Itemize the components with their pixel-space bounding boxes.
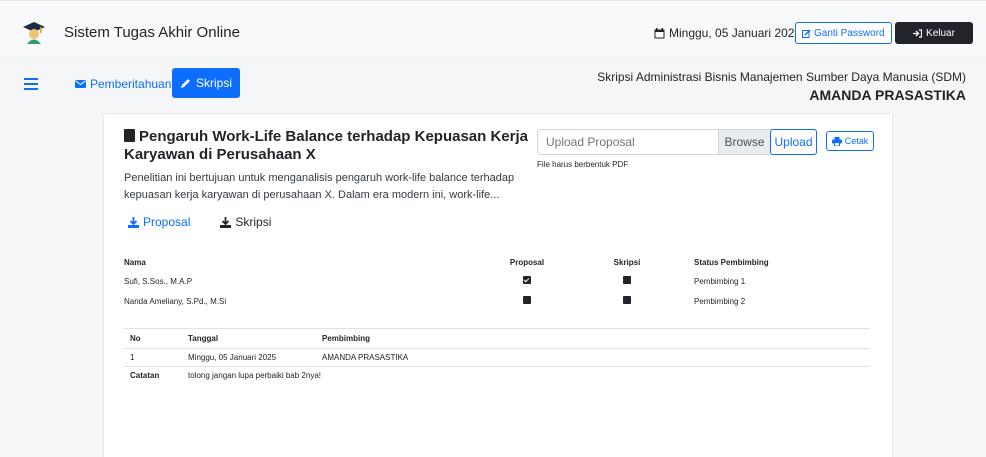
- thesis-title-text: Pengaruh Work-Life Balance terhadap Kepu…: [124, 128, 528, 163]
- log-supervisor: AMANDA PRASASTIKA: [316, 348, 870, 367]
- logout-icon: [913, 28, 923, 38]
- upload-button[interactable]: Upload: [770, 129, 817, 155]
- upload-proposal-group: Upload Proposal Browse Upload: [537, 129, 817, 155]
- column-header: Nama: [124, 257, 146, 267]
- guidance-log-table: No Tanggal Pembimbing 1 Minggu, 05 Janua…: [124, 328, 870, 385]
- log-table-header: No Tanggal Pembimbing: [124, 328, 870, 349]
- download-skripsi-link[interactable]: Skripsi: [220, 215, 271, 229]
- top-navbar: Sistem Tugas Akhir Online Minggu, 05 Jan…: [0, 0, 986, 58]
- supervisor-name: Sufi, S.Sos., M.A.P: [124, 276, 193, 286]
- note-text: tolong jangan lupa perbaiki bab 2nya!: [188, 371, 321, 381]
- table-row: Nanda Ameliany, S.Pd., M.Si Pembimbing 2: [124, 291, 870, 311]
- nav-notifications[interactable]: Pemberitahuan: [75, 77, 171, 91]
- nav-skripsi-label: Skripsi: [195, 76, 232, 90]
- app-title: Sistem Tugas Akhir Online: [64, 24, 240, 41]
- download-proposal-link[interactable]: Proposal: [128, 215, 190, 229]
- edit-icon: [802, 29, 811, 38]
- nav-notifications-label: Pemberitahuan: [90, 77, 172, 91]
- upload-file-input[interactable]: Upload Proposal: [538, 130, 718, 154]
- browse-button[interactable]: Browse: [718, 130, 770, 154]
- supervisor-name: Nanda Ameliany, S.Pd., M.Si: [124, 296, 227, 306]
- print-label: Cetak: [844, 136, 869, 146]
- logout-label: Keluar: [926, 27, 955, 39]
- supervisor-status: Pembimbing 1: [694, 276, 746, 286]
- thesis-abstract: Penelitian ini bertujuan untuk menganali…: [124, 172, 515, 201]
- supervisor-table-header: Nama Proposal Skripsi Status Pembimbing: [124, 253, 870, 271]
- thesis-card: Pengaruh Work-Life Balance terhadap Kepu…: [103, 113, 893, 457]
- logout-button[interactable]: Keluar: [895, 22, 973, 44]
- menu-icon[interactable]: [24, 78, 38, 90]
- table-row: Sufi, S.Sos., M.A.P Pembimbing 1: [124, 271, 870, 291]
- envelope-icon: [75, 80, 86, 88]
- nav-skripsi[interactable]: Skripsi: [172, 68, 240, 98]
- column-header: Proposal: [509, 257, 545, 267]
- column-header: Skripsi: [613, 257, 641, 267]
- column-header: No: [124, 328, 182, 349]
- current-date: Minggu, 05 Januari 2025: [654, 26, 801, 40]
- download-icon: [128, 216, 139, 228]
- log-date: Minggu, 05 Januari 2025: [182, 348, 316, 367]
- book-icon: [124, 129, 135, 142]
- column-header: Tanggal: [182, 328, 316, 349]
- graduate-logo-icon[interactable]: [22, 20, 46, 44]
- change-password-label: Ganti Password: [814, 27, 885, 39]
- supervisor-table: Nama Proposal Skripsi Status Pembimbing …: [124, 253, 870, 311]
- table-row: 1 Minggu, 05 Januari 2025 AMANDA PRASAST…: [124, 348, 870, 367]
- change-password-button[interactable]: Ganti Password: [795, 22, 892, 44]
- thesis-title: Pengaruh Work-Life Balance terhadap Kepu…: [124, 128, 534, 164]
- student-name: AMANDA PRASASTIKA: [809, 87, 966, 103]
- program-name: Skripsi Administrasi Bisnis Manajemen Su…: [597, 70, 966, 84]
- column-header: Status Pembimbing: [694, 257, 769, 267]
- download-proposal-label: Proposal: [143, 215, 191, 229]
- download-icon: [220, 216, 232, 228]
- download-links: Proposal Skripsi: [128, 215, 271, 229]
- proposal-checkbox[interactable]: [523, 276, 531, 284]
- column-header: Pembimbing: [316, 328, 870, 349]
- upload-hint: File harus berbentuk PDF: [537, 160, 629, 169]
- date-text: Minggu, 05 Januari 2025: [669, 26, 802, 40]
- calendar-icon: [654, 27, 665, 39]
- skripsi-checkbox[interactable]: [623, 276, 631, 284]
- proposal-checkbox[interactable]: [523, 296, 531, 304]
- print-button[interactable]: Cetak: [826, 131, 874, 151]
- log-no: 1: [124, 348, 182, 367]
- skripsi-checkbox[interactable]: [623, 296, 631, 304]
- printer-icon: [831, 136, 842, 146]
- download-skripsi-label: Skripsi: [235, 215, 272, 229]
- note-row: Catatan tolong jangan lupa perbaiki bab …: [124, 367, 870, 385]
- note-label: Catatan: [130, 371, 160, 381]
- pencil-icon: [180, 78, 191, 89]
- supervisor-status: Pembimbing 2: [694, 296, 746, 306]
